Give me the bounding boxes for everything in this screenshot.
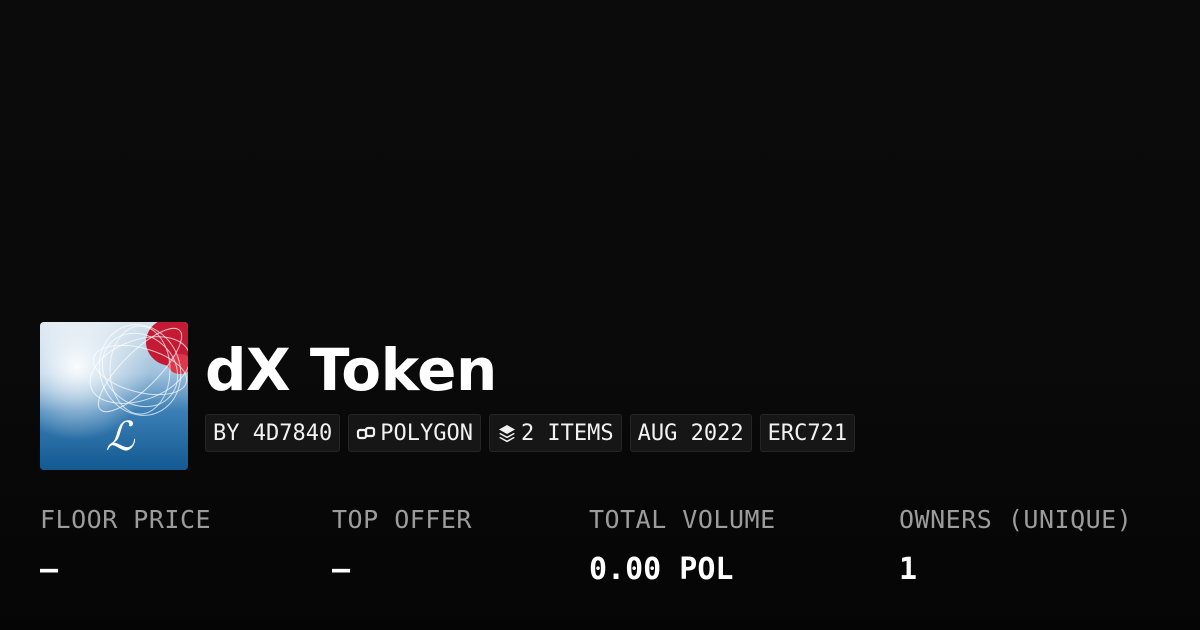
chain-badge[interactable]: POLYGON (348, 414, 481, 452)
stat-value: 1 (899, 552, 918, 587)
creator-label: BY 4D7840 (213, 420, 333, 446)
stat-value: 0.00 POL (589, 552, 734, 587)
stat-value: – (332, 552, 351, 587)
standard-badge: ERC721 (759, 414, 856, 452)
collection-avatar: ℒ (40, 322, 188, 470)
collection-badges: BY 4D7840 POLYGON 2 ITEMS AUG 2022 ERC72… (205, 414, 856, 452)
stat-floor-price: FLOOR PRICE – (40, 505, 211, 587)
stat-value: – (40, 552, 59, 587)
stat-owners: OWNERS (UNIQUE) 1 (899, 505, 1132, 587)
chain-link-icon (356, 423, 376, 443)
stat-label: TOP OFFER (332, 505, 472, 534)
items-label: 2 ITEMS (520, 420, 614, 446)
collection-avatar-image: ℒ (40, 322, 188, 470)
stat-label: TOTAL VOLUME (589, 505, 776, 534)
stat-total-volume: TOTAL VOLUME 0.00 POL (589, 505, 776, 587)
stat-top-offer: TOP OFFER – (332, 505, 472, 587)
items-badge[interactable]: 2 ITEMS (488, 414, 622, 452)
stat-label: OWNERS (UNIQUE) (899, 505, 1133, 534)
collection-info: dX Token BY 4D7840 POLYGON 2 ITEMS AUG 2… (205, 322, 856, 452)
svg-text:ℒ: ℒ (106, 414, 136, 460)
collection-title: dX Token (205, 336, 497, 404)
stat-label: FLOOR PRICE (40, 505, 212, 534)
date-label: AUG 2022 (637, 420, 744, 446)
layers-icon (497, 423, 517, 443)
creator-badge[interactable]: BY 4D7840 (205, 414, 341, 452)
collection-header: ℒ dX Token BY 4D7840 POLYGON 2 ITEMS AUG… (40, 322, 856, 470)
date-badge: AUG 2022 (629, 414, 752, 452)
standard-label: ERC721 (767, 420, 848, 446)
chain-label: POLYGON (380, 420, 473, 446)
collection-stats: FLOOR PRICE – TOP OFFER – TOTAL VOLUME 0… (0, 505, 1200, 605)
